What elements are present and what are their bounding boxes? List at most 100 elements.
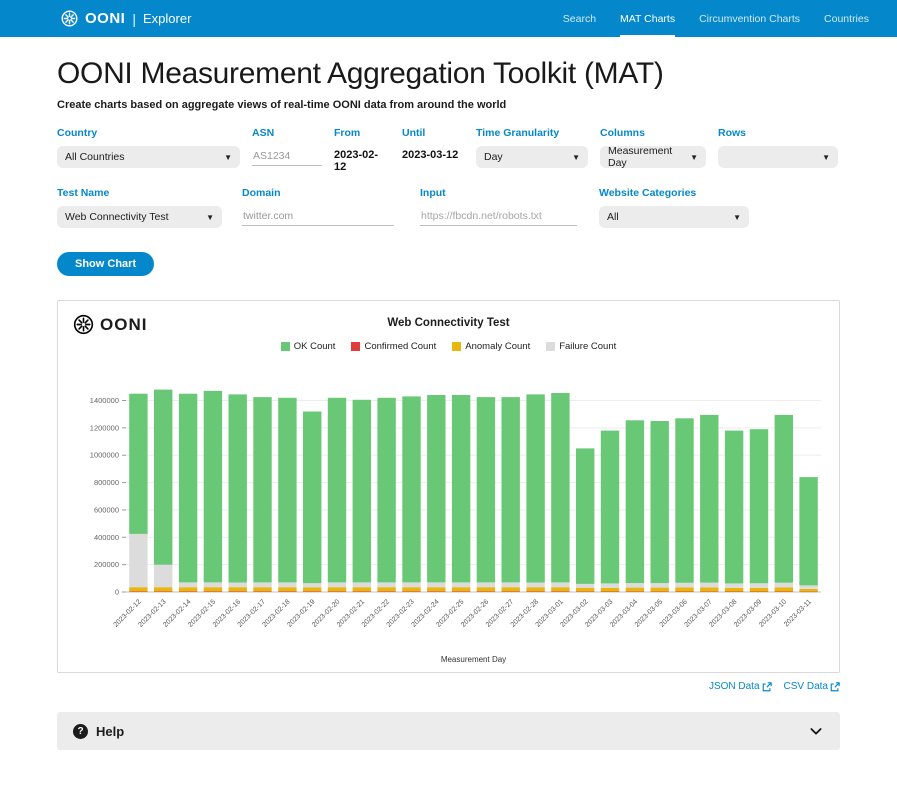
- bar-segment-ok-count[interactable]: [303, 412, 321, 584]
- columns-select[interactable]: Measurement Day ▼: [600, 146, 706, 168]
- bar-segment-failure-count[interactable]: [229, 582, 247, 587]
- bar-segment-anomaly-count[interactable]: [477, 587, 495, 591]
- bar-segment-confirmed-count[interactable]: [179, 591, 197, 592]
- bar-segment-confirmed-count[interactable]: [700, 592, 718, 593]
- bar-segment-ok-count[interactable]: [253, 397, 271, 582]
- website-categories-select[interactable]: All ▼: [599, 206, 749, 228]
- bar-segment-confirmed-count[interactable]: [626, 592, 644, 593]
- bar-segment-confirmed-count[interactable]: [129, 591, 147, 592]
- bar-segment-anomaly-count[interactable]: [154, 587, 172, 591]
- json-data-link[interactable]: JSON Data: [709, 681, 772, 692]
- bar-segment-anomaly-count[interactable]: [675, 588, 693, 592]
- input-url-input[interactable]: [420, 206, 577, 226]
- bar-segment-anomaly-count[interactable]: [576, 588, 594, 591]
- bar-segment-confirmed-count[interactable]: [750, 592, 768, 593]
- bar-segment-confirmed-count[interactable]: [551, 591, 569, 592]
- bar-segment-confirmed-count[interactable]: [502, 591, 520, 592]
- nav-item-circumvention-charts[interactable]: Circumvention Charts: [699, 0, 800, 37]
- bar-segment-confirmed-count[interactable]: [526, 591, 544, 592]
- bar-segment-failure-count[interactable]: [427, 582, 445, 587]
- bar-segment-failure-count[interactable]: [253, 582, 271, 587]
- bar-segment-failure-count[interactable]: [750, 583, 768, 587]
- bar-segment-failure-count[interactable]: [502, 582, 520, 587]
- bar-segment-anomaly-count[interactable]: [377, 587, 395, 591]
- bar-segment-ok-count[interactable]: [204, 391, 222, 583]
- bar-segment-confirmed-count[interactable]: [651, 592, 669, 593]
- bar-segment-anomaly-count[interactable]: [651, 588, 669, 592]
- bar-segment-confirmed-count[interactable]: [204, 591, 222, 592]
- bar-segment-failure-count[interactable]: [725, 583, 743, 587]
- bar-segment-ok-count[interactable]: [129, 394, 147, 534]
- bar-segment-confirmed-count[interactable]: [576, 592, 594, 593]
- bar-segment-ok-count[interactable]: [725, 431, 743, 584]
- bar-segment-ok-count[interactable]: [402, 396, 420, 582]
- bar-segment-ok-count[interactable]: [700, 415, 718, 583]
- bar-segment-anomaly-count[interactable]: [179, 587, 197, 591]
- show-chart-button[interactable]: Show Chart: [57, 252, 154, 276]
- chevron-down-icon[interactable]: [808, 723, 824, 739]
- bar-segment-ok-count[interactable]: [750, 429, 768, 583]
- bar-segment-confirmed-count[interactable]: [477, 591, 495, 592]
- bar-segment-ok-count[interactable]: [526, 394, 544, 582]
- bar-segment-confirmed-count[interactable]: [427, 591, 445, 592]
- bar-segment-confirmed-count[interactable]: [229, 591, 247, 592]
- bar-segment-ok-count[interactable]: [452, 395, 470, 582]
- bar-segment-ok-count[interactable]: [353, 400, 371, 583]
- bar-segment-failure-count[interactable]: [775, 583, 793, 588]
- bar-segment-failure-count[interactable]: [477, 582, 495, 587]
- bar-segment-ok-count[interactable]: [328, 398, 346, 583]
- bar-segment-failure-count[interactable]: [377, 582, 395, 587]
- bar-segment-confirmed-count[interactable]: [278, 591, 296, 592]
- bar-segment-anomaly-count[interactable]: [502, 587, 520, 591]
- rows-select[interactable]: ▼: [718, 146, 838, 168]
- bar-segment-anomaly-count[interactable]: [303, 588, 321, 592]
- bar-segment-failure-count[interactable]: [576, 584, 594, 588]
- bar-segment-anomaly-count[interactable]: [452, 587, 470, 591]
- asn-input[interactable]: [252, 146, 322, 166]
- bar-segment-failure-count[interactable]: [328, 582, 346, 587]
- bar-segment-anomaly-count[interactable]: [204, 587, 222, 591]
- bar-segment-anomaly-count[interactable]: [775, 588, 793, 592]
- bar-segment-failure-count[interactable]: [675, 583, 693, 588]
- bar-segment-ok-count[interactable]: [502, 397, 520, 582]
- bar-segment-confirmed-count[interactable]: [601, 592, 619, 593]
- bar-segment-failure-count[interactable]: [526, 582, 544, 587]
- bar-segment-confirmed-count[interactable]: [799, 592, 817, 593]
- bar-segment-ok-count[interactable]: [278, 398, 296, 583]
- bar-segment-confirmed-count[interactable]: [377, 591, 395, 592]
- bar-segment-ok-count[interactable]: [576, 448, 594, 584]
- bar-segment-failure-count[interactable]: [353, 582, 371, 587]
- bar-segment-failure-count[interactable]: [303, 583, 321, 587]
- bar-segment-ok-count[interactable]: [601, 431, 619, 584]
- bar-segment-confirmed-count[interactable]: [775, 592, 793, 593]
- bar-segment-anomaly-count[interactable]: [725, 588, 743, 592]
- bar-segment-ok-count[interactable]: [377, 398, 395, 583]
- bar-segment-confirmed-count[interactable]: [328, 591, 346, 592]
- bar-segment-anomaly-count[interactable]: [427, 587, 445, 591]
- bar-segment-ok-count[interactable]: [675, 418, 693, 583]
- bar-segment-failure-count[interactable]: [179, 582, 197, 587]
- until-date-input[interactable]: 2023-03-12: [402, 146, 464, 161]
- bar-segment-failure-count[interactable]: [799, 585, 817, 588]
- bar-segment-ok-count[interactable]: [229, 394, 247, 582]
- bar-segment-confirmed-count[interactable]: [253, 591, 271, 592]
- bar-segment-anomaly-count[interactable]: [353, 587, 371, 591]
- bar-segment-failure-count[interactable]: [700, 583, 718, 588]
- bar-segment-ok-count[interactable]: [154, 390, 172, 565]
- bar-segment-failure-count[interactable]: [551, 582, 569, 587]
- bar-segment-anomaly-count[interactable]: [626, 588, 644, 592]
- bar-segment-confirmed-count[interactable]: [402, 591, 420, 592]
- bar-segment-anomaly-count[interactable]: [229, 587, 247, 591]
- bar-segment-anomaly-count[interactable]: [526, 587, 544, 591]
- csv-data-link[interactable]: CSV Data: [784, 681, 840, 692]
- from-date-input[interactable]: 2023-02-12: [334, 146, 390, 173]
- bar-segment-failure-count[interactable]: [402, 582, 420, 587]
- bar-segment-failure-count[interactable]: [204, 582, 222, 587]
- domain-input[interactable]: [242, 206, 394, 226]
- bar-segment-anomaly-count[interactable]: [799, 589, 817, 592]
- bar-segment-confirmed-count[interactable]: [353, 591, 371, 592]
- bar-segment-confirmed-count[interactable]: [725, 592, 743, 593]
- test-name-select[interactable]: Web Connectivity Test ▼: [57, 206, 222, 228]
- bar-segment-confirmed-count[interactable]: [675, 592, 693, 593]
- bar-segment-failure-count[interactable]: [452, 582, 470, 587]
